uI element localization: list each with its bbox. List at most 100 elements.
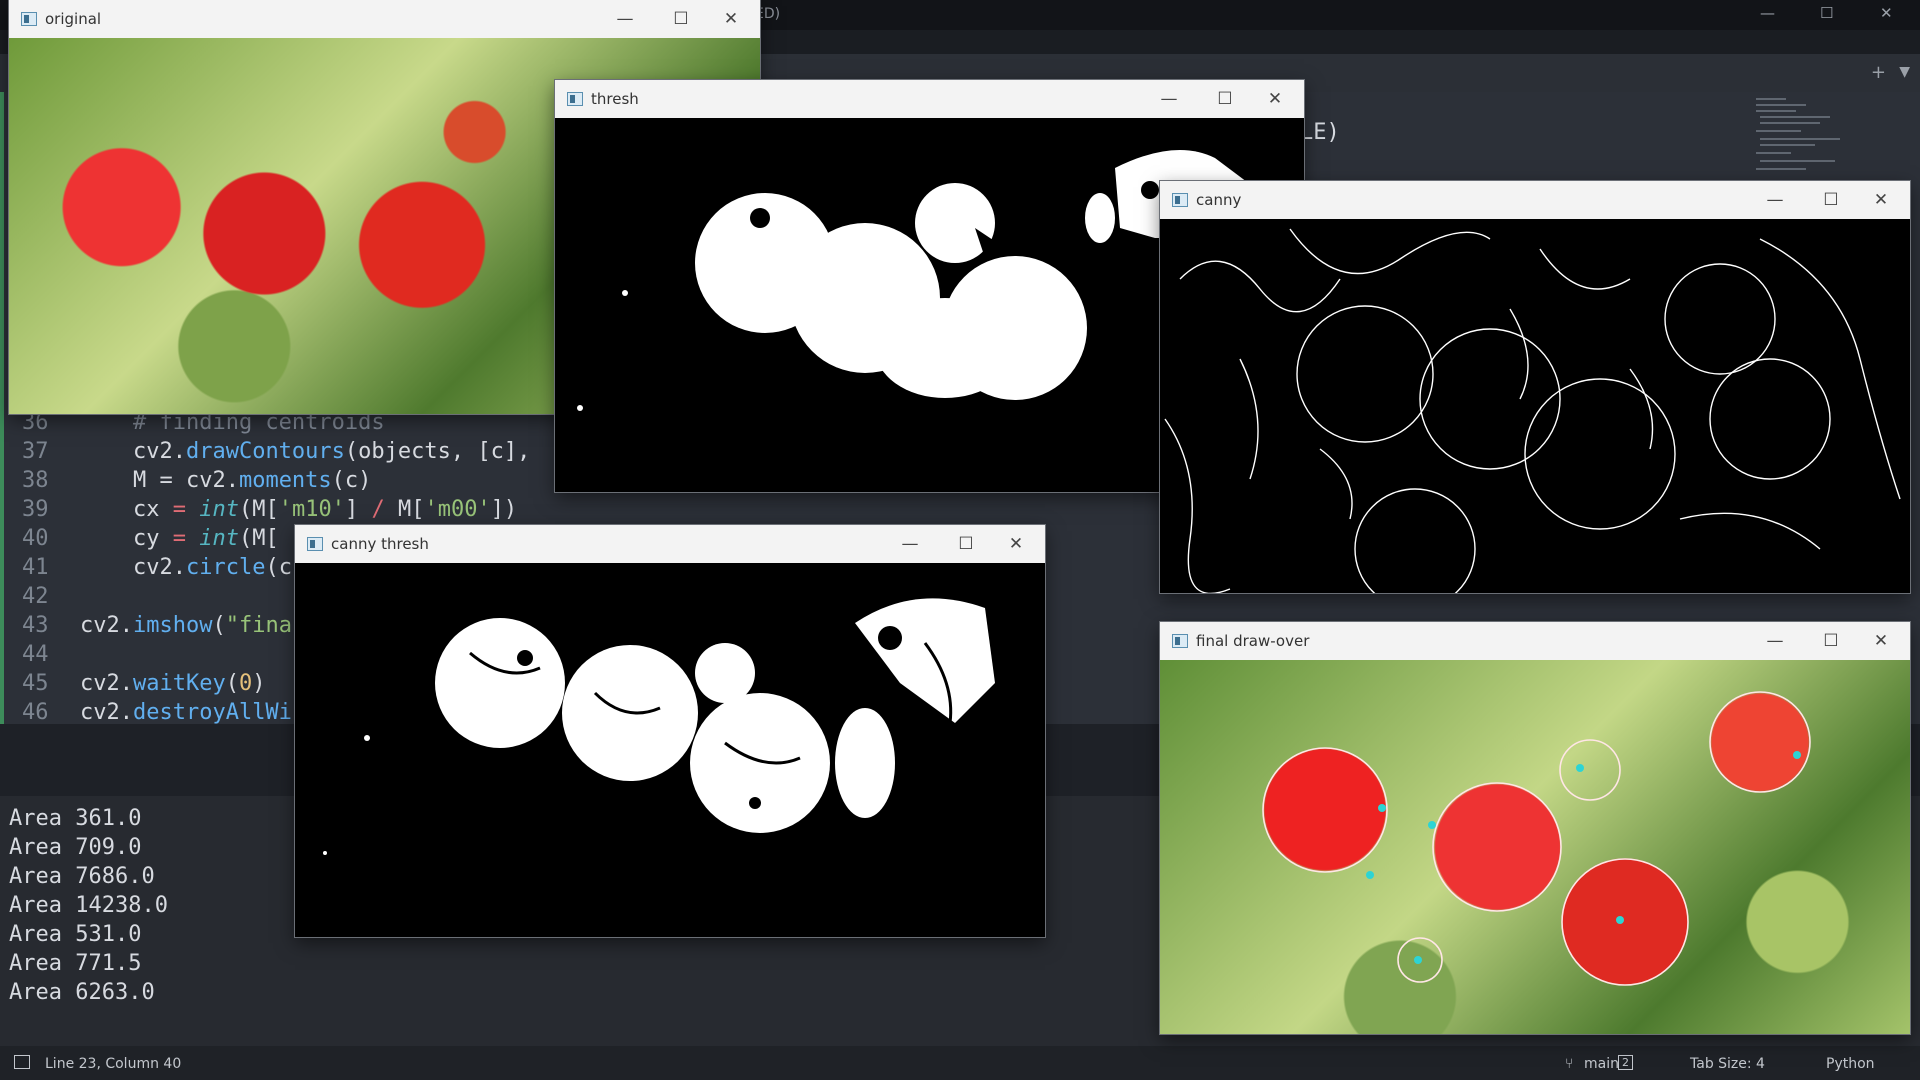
output-line: Area 361.0	[9, 806, 142, 831]
window-title: original	[45, 10, 102, 28]
code-token: cv2.	[80, 439, 186, 464]
code-token: ]	[344, 497, 372, 522]
editor-maximize-button[interactable]: ☐	[1820, 4, 1833, 22]
app-icon	[567, 92, 583, 106]
code-token: moments	[238, 468, 332, 493]
window-title: final draw-over	[1196, 632, 1310, 650]
code-token: M = cv2.	[80, 468, 239, 493]
window-title-bar[interactable]: thresh — ☐ ✕	[555, 80, 1304, 118]
desktop: ED) — ☐ ✕ + ▼ LE) 36 # finding centroids…	[0, 0, 1920, 1080]
language-mode[interactable]: Python	[1826, 1056, 1875, 1072]
line-number: 39	[22, 497, 49, 522]
code-token: =	[172, 497, 186, 522]
maximize-button[interactable]: ☐	[1808, 187, 1854, 213]
output-line: Area 7686.0	[9, 864, 155, 889]
maximize-button[interactable]: ☐	[1202, 86, 1248, 112]
output-line: Area 709.0	[9, 835, 142, 860]
code-token: imshow	[132, 613, 213, 638]
line-number: 45	[22, 671, 49, 696]
window-title-bar[interactable]: final draw-over — ☐ ✕	[1160, 622, 1910, 660]
code-text: cv2.drawContours(objects, [c],	[80, 439, 530, 464]
final-image	[1160, 660, 1910, 1034]
code-text: cv2.waitKey(0)	[80, 671, 265, 696]
close-button[interactable]: ✕	[993, 531, 1039, 557]
status-bar: Line 23, Column 40 ⑂ main 2 Tab Size: 4 …	[0, 1046, 1920, 1080]
output-line: Area 14238.0	[9, 893, 168, 918]
window-title-bar[interactable]: canny — ☐ ✕	[1160, 181, 1910, 219]
code-token: (M[	[238, 526, 279, 551]
close-button[interactable]: ✕	[1252, 86, 1298, 112]
code-token: )	[252, 671, 266, 696]
code-text: cv2.circle(c	[80, 555, 292, 580]
code-token: 0	[238, 671, 253, 696]
output-line: Area 771.5	[9, 951, 142, 976]
app-icon	[1172, 193, 1188, 207]
code-token: waitKey	[132, 671, 226, 696]
window-title: canny	[1196, 191, 1242, 209]
code-token: (	[225, 671, 239, 696]
minimap[interactable]	[1750, 92, 1860, 182]
editor-minimize-button[interactable]: —	[1760, 4, 1775, 22]
code-token: (c	[265, 555, 292, 580]
code-token: int	[199, 497, 239, 522]
line-number: 44	[22, 642, 49, 667]
canny-image	[1160, 219, 1910, 593]
code-token: "fina	[225, 613, 292, 638]
code-token: 'm10'	[278, 497, 345, 522]
code-token: int	[199, 526, 239, 551]
minimize-button[interactable]: —	[1752, 187, 1798, 213]
code-token: M[	[384, 497, 425, 522]
line-number: 37	[22, 439, 49, 464]
code-token: cv2.	[80, 671, 133, 696]
editor-close-button[interactable]: ✕	[1880, 4, 1893, 22]
code-token: 'm00'	[424, 497, 491, 522]
maximize-button[interactable]: ☐	[1808, 628, 1854, 654]
close-button[interactable]: ✕	[1858, 187, 1904, 213]
line-number: 46	[22, 700, 49, 725]
code-text: cy = int(M[	[80, 526, 279, 551]
minimize-button[interactable]: —	[887, 531, 933, 557]
cursor-position[interactable]: Line 23, Column 40	[45, 1056, 181, 1072]
canny-thresh-image	[295, 563, 1045, 937]
panel-toggle-icon[interactable]	[14, 1055, 30, 1069]
window-title-bar[interactable]: canny thresh — ☐ ✕	[295, 525, 1045, 563]
maximize-button[interactable]: ☐	[658, 6, 704, 32]
code-token: cx	[80, 497, 173, 522]
line-number: 40	[22, 526, 49, 551]
window-canny[interactable]: canny — ☐ ✕	[1160, 181, 1910, 593]
app-icon	[21, 12, 37, 26]
minimize-button[interactable]: —	[602, 6, 648, 32]
line-number: 41	[22, 555, 49, 580]
line-number: 42	[22, 584, 49, 609]
window-canny-thresh[interactable]: canny thresh — ☐ ✕	[295, 525, 1045, 937]
git-branch[interactable]: main	[1584, 1056, 1619, 1072]
output-line: Area 6263.0	[9, 980, 155, 1005]
code-token: (c)	[331, 468, 372, 493]
window-final-draw-over[interactable]: final draw-over — ☐ ✕	[1160, 622, 1910, 1034]
output-line: Area 531.0	[9, 922, 142, 947]
new-tab-button[interactable]: +	[1871, 62, 1886, 83]
git-branch-icon: ⑂	[1565, 1056, 1574, 1072]
code-text: cv2.destroyAllWi	[80, 700, 292, 725]
tab-list-dropdown-icon[interactable]: ▼	[1899, 64, 1910, 80]
code-token: cv2.	[80, 555, 186, 580]
tab-size[interactable]: Tab Size: 4	[1690, 1056, 1765, 1072]
code-token: destroyAllWi	[132, 700, 292, 725]
code-token: ])	[490, 497, 518, 522]
minimize-button[interactable]: —	[1752, 628, 1798, 654]
app-icon	[307, 537, 323, 551]
window-title: canny thresh	[331, 535, 429, 553]
code-token: (objects, [c],	[344, 439, 531, 464]
minimize-button[interactable]: —	[1146, 86, 1192, 112]
window-title-bar[interactable]: original — ☐ ✕	[9, 0, 760, 38]
code-token: =	[172, 526, 186, 551]
maximize-button[interactable]: ☐	[943, 531, 989, 557]
code-token: cv2.	[80, 700, 133, 725]
close-button[interactable]: ✕	[708, 6, 754, 32]
branch-badge: 2	[1618, 1055, 1633, 1070]
code-token: drawContours	[185, 439, 345, 464]
line-number: 43	[22, 613, 49, 638]
code-text: cv2.imshow("fina	[80, 613, 292, 638]
close-button[interactable]: ✕	[1858, 628, 1904, 654]
